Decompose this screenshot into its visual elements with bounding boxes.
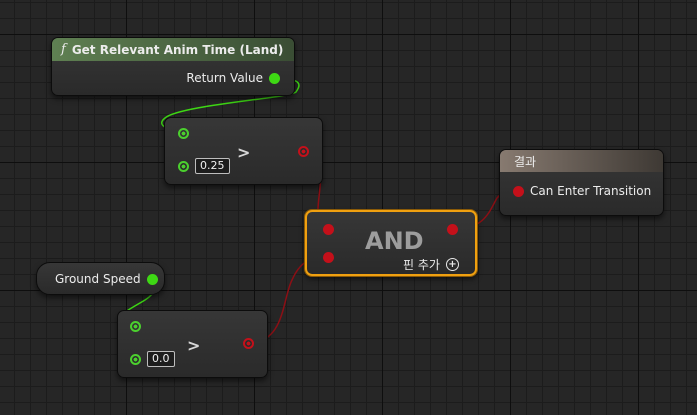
compare-top-output-pin[interactable] xyxy=(298,146,309,157)
and-output-pin[interactable] xyxy=(447,224,458,235)
function-node-get-relevant-anim-time[interactable]: f Get Relevant Anim Time (Land) Return V… xyxy=(51,37,295,96)
can-enter-transition-row[interactable]: Can Enter Transition xyxy=(513,184,651,198)
add-pin-button[interactable]: 핀 추가 + xyxy=(403,256,459,273)
ground-speed-output-pin[interactable] xyxy=(146,273,158,285)
compare-top-input-b-pin[interactable] xyxy=(178,160,189,172)
compare-bottom-input-a-pin[interactable] xyxy=(130,321,141,332)
return-value-pin[interactable] xyxy=(269,72,280,84)
compare-top-input-b-row[interactable]: 0.25 xyxy=(178,158,230,174)
result-node[interactable]: 결과 Can Enter Transition xyxy=(499,149,664,216)
return-value-label: Return Value xyxy=(186,71,263,85)
ground-speed-row: Ground Speed xyxy=(55,272,158,286)
compare-bottom-output-pin[interactable] xyxy=(243,338,254,349)
function-icon: f xyxy=(61,42,66,57)
compare-top-value-field[interactable]: 0.25 xyxy=(195,158,230,174)
result-node-title: 결과 xyxy=(514,155,537,169)
plus-circle-icon[interactable]: + xyxy=(445,258,459,271)
compare-bottom-input-b-row[interactable]: 0.0 xyxy=(130,351,175,367)
can-enter-transition-pin[interactable] xyxy=(513,185,524,197)
can-enter-transition-label: Can Enter Transition xyxy=(530,184,652,198)
and-node-title: AND xyxy=(365,227,424,255)
and-node[interactable]: AND 핀 추가 + xyxy=(305,210,477,276)
ground-speed-variable-node[interactable]: Ground Speed xyxy=(36,262,165,295)
add-pin-label: 핀 추가 xyxy=(403,258,440,272)
compare-bottom-value-field[interactable]: 0.0 xyxy=(147,351,175,367)
return-value-pin-row[interactable]: Return Value xyxy=(186,71,280,85)
ground-speed-label: Ground Speed xyxy=(55,272,141,286)
function-node-title-row: f Get Relevant Anim Time (Land) xyxy=(61,42,283,57)
compare-bottom-input-b-pin[interactable] xyxy=(130,353,141,365)
compare-top-operator: > xyxy=(237,143,251,162)
function-node-title: Get Relevant Anim Time (Land) xyxy=(71,42,284,57)
compare-node-bottom[interactable]: 0.0 > xyxy=(117,310,268,378)
compare-node-top[interactable]: 0.25 > xyxy=(164,117,323,185)
compare-bottom-operator: > xyxy=(187,336,201,355)
and-input-b-pin[interactable] xyxy=(323,252,334,263)
compare-top-input-a-pin[interactable] xyxy=(178,128,189,139)
and-input-a-pin[interactable] xyxy=(323,224,334,235)
